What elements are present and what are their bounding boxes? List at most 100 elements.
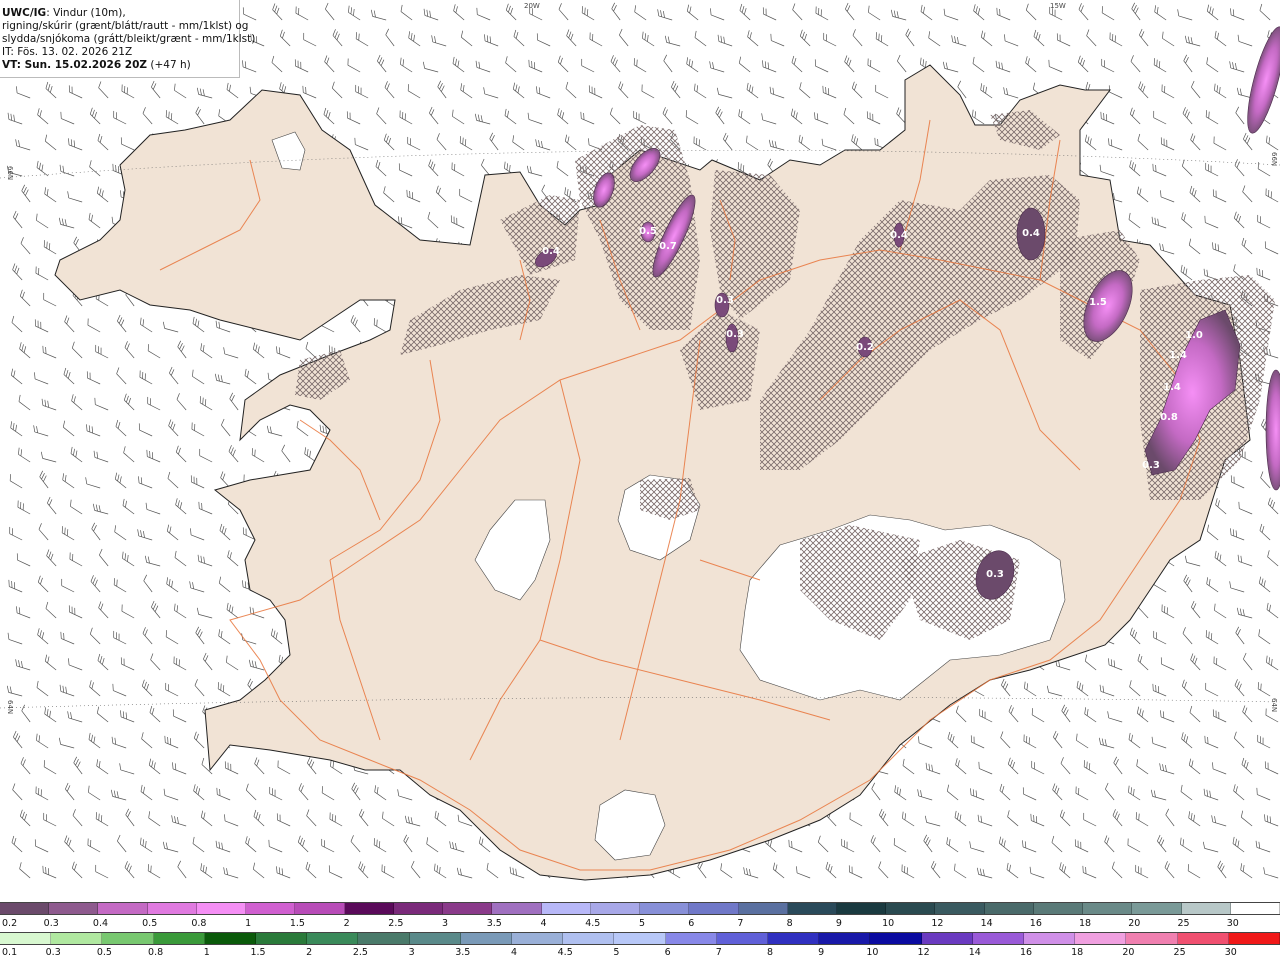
wind-barb (969, 841, 985, 853)
wind-barb (60, 631, 75, 645)
wind-barb (641, 84, 655, 99)
wind-barb (917, 789, 933, 801)
scale-swatch (665, 933, 717, 944)
wind-barb (459, 136, 473, 151)
wind-barb (1205, 162, 1219, 177)
wind-barb (147, 396, 161, 411)
wind-barb (96, 706, 109, 723)
wind-barb (1023, 734, 1037, 749)
wind-barb (71, 394, 83, 411)
wind-barb (452, 109, 465, 125)
wind-barb (1214, 30, 1227, 47)
wind-barb (1206, 4, 1219, 21)
scale-label: 18 (1071, 947, 1084, 958)
wind-barb (150, 653, 161, 671)
wind-barb (1113, 756, 1123, 775)
scale-swatch (614, 933, 666, 944)
scale-swatch (0, 903, 50, 914)
wind-barb (374, 785, 387, 801)
wind-barb (200, 810, 213, 827)
wind-barb (738, 56, 751, 73)
wind-barb (746, 82, 759, 99)
scale-swatch (1083, 903, 1133, 914)
wind-barb (140, 784, 153, 801)
wind-barb (200, 863, 213, 879)
scale-swatch (1181, 903, 1231, 914)
wind-barb (1127, 838, 1141, 853)
wind-barb (8, 579, 23, 593)
wind-barb (1074, 839, 1089, 853)
scale-swatch (492, 903, 542, 914)
wind-barb (798, 134, 811, 151)
wind-barb (762, 7, 777, 21)
wind-barb (1084, 707, 1097, 723)
wind-barb (163, 788, 179, 801)
wind-barb (817, 835, 829, 853)
scale-swatch (984, 903, 1034, 914)
wind-barb (879, 808, 889, 827)
scale-swatch (738, 903, 788, 914)
wind-barb (1212, 709, 1227, 723)
wind-barb (146, 449, 161, 463)
wind-barb (1215, 498, 1227, 515)
wind-barb (770, 33, 785, 47)
wind-barb (351, 782, 361, 801)
wind-barb (165, 630, 179, 645)
wind-barb (1180, 264, 1193, 281)
wind-barb (10, 421, 23, 437)
wind-barb (452, 56, 465, 73)
wind-barb (400, 57, 413, 73)
wind-barb (450, 215, 465, 229)
wind-barb (195, 626, 205, 645)
wind-barb (1107, 711, 1123, 723)
wind-barb (1129, 680, 1141, 697)
wind-barb (1211, 815, 1227, 827)
wind-barb (41, 398, 57, 411)
wind-barb (1243, 652, 1253, 671)
wind-barb (1183, 54, 1193, 73)
wind-barb (849, 812, 863, 827)
wind-barb (21, 184, 31, 203)
wind-barb (426, 837, 439, 853)
scale-label: 0.3 (43, 918, 59, 929)
initial-time: IT: Fös. 13. 02. 2026 21Z (2, 46, 133, 58)
wind-barb (400, 4, 413, 21)
wind-barb (1181, 159, 1193, 177)
wind-barb (1008, 705, 1019, 723)
wind-barb (1104, 835, 1115, 853)
wind-barb (1031, 760, 1045, 775)
wind-barb (38, 523, 49, 541)
wind-barb (1165, 808, 1175, 827)
scale-swatch (819, 933, 871, 944)
wind-barb (481, 158, 491, 177)
wind-barb (116, 367, 127, 385)
scale-swatch (541, 903, 591, 914)
lat-label-left-66: 66N (6, 166, 14, 180)
wind-barb (662, 107, 673, 125)
wind-barb (221, 418, 231, 437)
wind-barb (1061, 704, 1071, 723)
wind-barb (1184, 555, 1201, 567)
scale-label: 0.4 (92, 918, 109, 929)
scale-label: 4 (540, 918, 547, 929)
wind-barb (148, 811, 161, 827)
precip-label: 0.3 (1142, 460, 1160, 471)
scale-swatch (1126, 933, 1178, 944)
wind-barb (1112, 809, 1123, 827)
wind-barb (434, 863, 447, 879)
wind-barb (122, 551, 135, 567)
scale-swatch (443, 903, 493, 914)
wind-barb (536, 86, 551, 99)
wind-barb (168, 419, 179, 437)
wind-barb (947, 731, 959, 749)
wind-barb (1205, 630, 1219, 645)
wind-barb (1083, 812, 1097, 827)
wind-barb (242, 7, 257, 21)
wind-barb (37, 628, 49, 645)
wind-barb (657, 9, 673, 21)
rain-description: rigning/skúrir (grænt/blátt/rautt - mm/1… (2, 20, 249, 32)
wind-barb (512, 82, 525, 99)
wind-barb (151, 600, 161, 619)
wind-barb (663, 54, 673, 73)
wind-barb (406, 189, 421, 203)
